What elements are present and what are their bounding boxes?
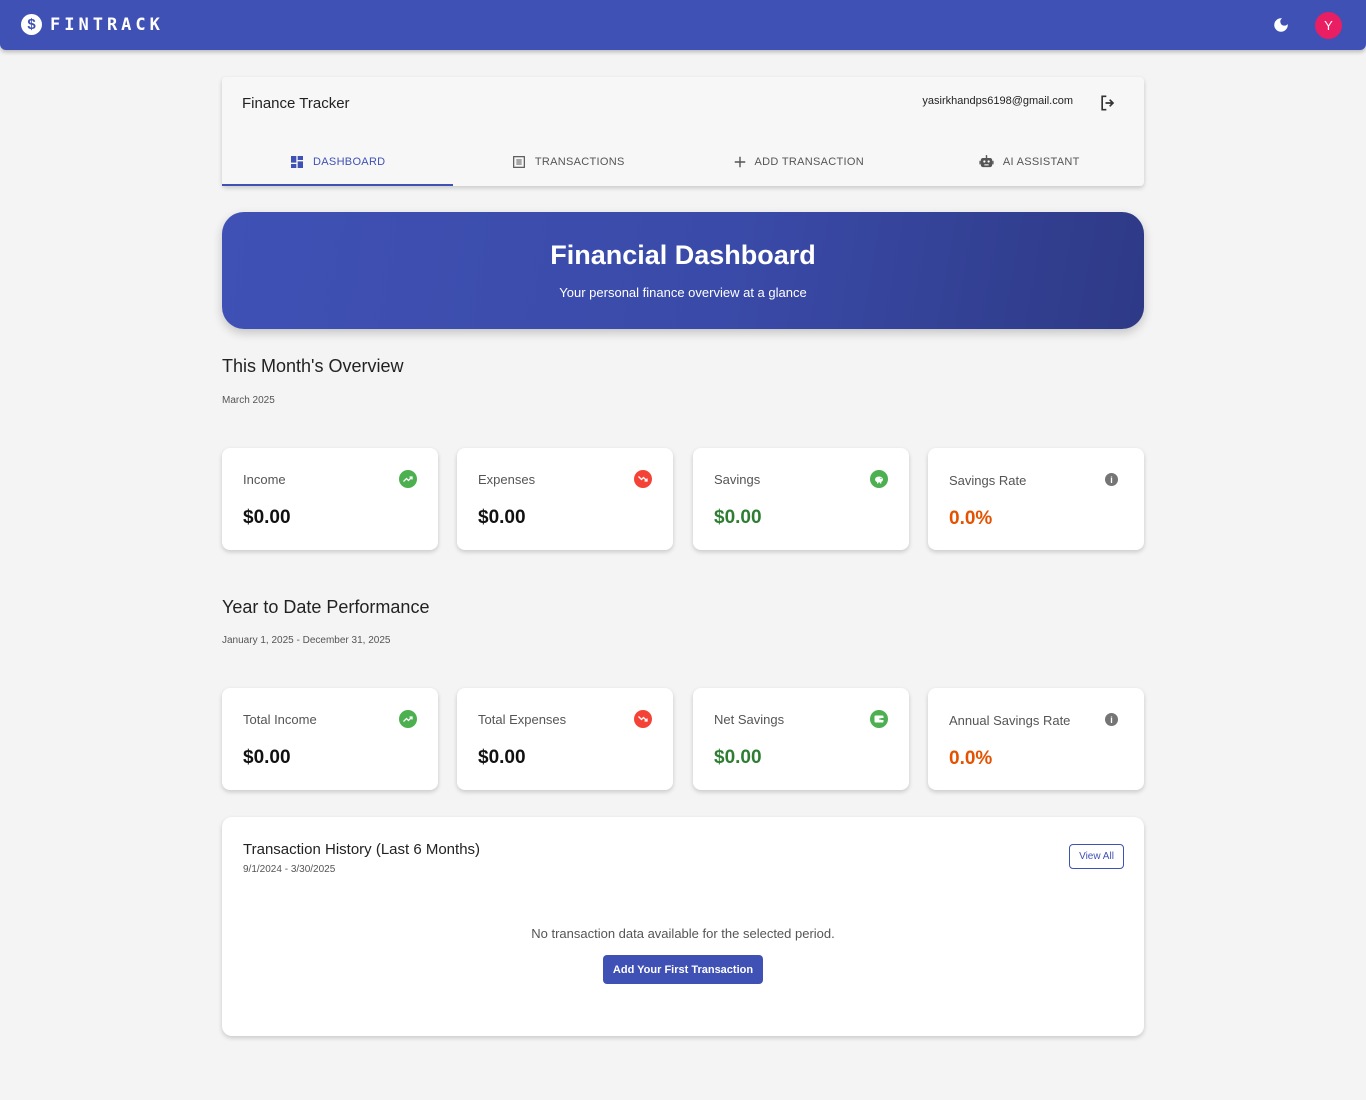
tab-ai-assistant[interactable]: AI ASSISTANT (914, 137, 1145, 186)
net-savings-card: Net Savings $0.00 (693, 688, 909, 790)
stat-label: Expenses (478, 472, 536, 487)
stat-label: Annual Savings Rate (949, 713, 1071, 728)
tab-label: AI ASSISTANT (1002, 155, 1080, 168)
stat-value: $0.00 (478, 747, 526, 768)
avatar[interactable]: Y (1315, 12, 1342, 39)
stat-label: Savings (714, 472, 761, 487)
info-icon[interactable]: i (1105, 713, 1118, 726)
stat-value: $0.00 (243, 747, 291, 768)
stat-value: $0.00 (243, 507, 291, 528)
annual-savings-rate-card: Annual Savings Rate i 0.0% (928, 688, 1144, 790)
wallet-icon (870, 710, 888, 728)
stat-label: Savings Rate (949, 473, 1027, 488)
theme-toggle-button[interactable] (1270, 14, 1292, 36)
header-card: Finance Tracker yasirkhandps6198@gmail.c… (222, 77, 1144, 186)
tab-label: ADD TRANSACTION (754, 155, 864, 168)
trending-down-icon (634, 470, 652, 488)
logout-icon (1101, 95, 1115, 111)
expenses-card: Expenses $0.00 (457, 448, 673, 550)
history-range: 9/1/2024 - 3/30/2025 (243, 864, 336, 875)
dashboard-icon (289, 154, 305, 170)
stat-label: Total Income (243, 712, 317, 727)
ytd-title: Year to Date Performance (222, 597, 430, 617)
savings-rate-card: Savings Rate i 0.0% (928, 448, 1144, 550)
month-overview-title: This Month's Overview (222, 356, 404, 376)
stat-label: Income (243, 472, 286, 487)
ytd-period: January 1, 2025 - December 31, 2025 (222, 635, 391, 646)
stat-value: $0.00 (714, 507, 762, 528)
tab-transactions[interactable]: TRANSACTIONS (453, 137, 684, 186)
stat-label: Total Expenses (478, 712, 567, 727)
tab-add-transaction[interactable]: ADD TRANSACTION (683, 137, 914, 186)
robot-icon (978, 153, 995, 170)
dashboard-hero: Financial Dashboard Your personal financ… (222, 212, 1144, 329)
history-title: Transaction History (Last 6 Months) (243, 841, 481, 858)
trending-up-icon (399, 470, 417, 488)
total-expenses-card: Total Expenses $0.00 (457, 688, 673, 790)
plus-icon (733, 155, 747, 169)
list-icon (511, 154, 527, 170)
transaction-history-card: Transaction History (Last 6 Months) 9/1/… (222, 817, 1144, 1036)
tab-dashboard[interactable]: DASHBOARD (222, 137, 453, 186)
trending-up-icon (399, 710, 417, 728)
moon-icon (1274, 18, 1288, 32)
user-email: yasirkhandps6198@gmail.com (922, 95, 1073, 107)
stat-value: 0.0% (949, 508, 993, 529)
brand[interactable]: $ FINTRACK (21, 14, 164, 35)
empty-message: No transaction data available for the se… (531, 926, 835, 941)
brand-name: FINTRACK (50, 14, 164, 35)
add-first-transaction-button[interactable]: Add Your First Transaction (603, 955, 763, 984)
stat-value: 0.0% (949, 748, 993, 769)
stat-value: $0.00 (714, 747, 762, 768)
savings-card: Savings $0.00 (693, 448, 909, 550)
total-income-card: Total Income $0.00 (222, 688, 438, 790)
tab-label: TRANSACTIONS (534, 155, 625, 168)
trending-down-icon (634, 710, 652, 728)
hero-subtitle: Your personal finance overview at a glan… (559, 285, 807, 300)
stat-label: Net Savings (714, 712, 785, 727)
info-icon[interactable]: i (1105, 473, 1118, 486)
view-all-button[interactable]: View All (1069, 844, 1124, 869)
dollar-icon: $ (21, 14, 42, 35)
stat-value: $0.00 (478, 507, 526, 528)
income-card: Income $0.00 (222, 448, 438, 550)
nav-tabs: DASHBOARD TRANSACTIONS ADD TRANSACTION A… (222, 137, 1144, 186)
app-bar: $ FINTRACK Y (0, 0, 1366, 50)
logout-button[interactable] (1098, 93, 1118, 113)
page-title: Finance Tracker (242, 95, 350, 112)
month-overview-period: March 2025 (222, 395, 275, 406)
hero-title: Financial Dashboard (550, 240, 816, 270)
tab-label: DASHBOARD (313, 155, 386, 168)
piggy-bank-icon (870, 470, 888, 488)
